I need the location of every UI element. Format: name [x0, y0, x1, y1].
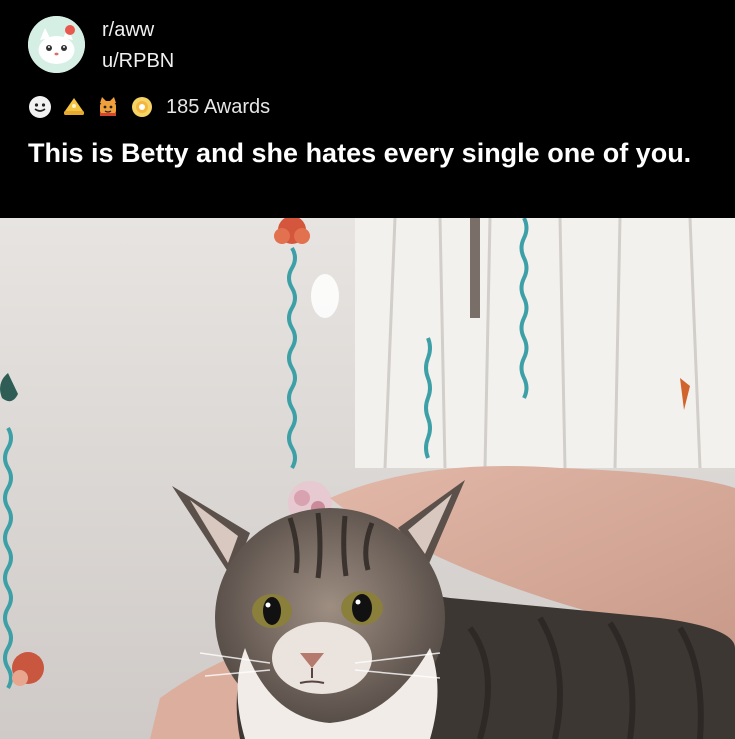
- subreddit-avatar-icon[interactable]: [28, 16, 85, 73]
- cat-award-icon: [96, 95, 120, 119]
- post-image[interactable]: [0, 218, 735, 739]
- wholesome-award-icon: [28, 95, 52, 119]
- curtain: [355, 218, 735, 468]
- awards-row[interactable]: 185 Awards: [28, 93, 270, 121]
- subreddit-name[interactable]: r/aww: [102, 18, 154, 42]
- post-author[interactable]: u/RPBN: [102, 49, 174, 73]
- gold-hat-award-icon: [62, 95, 86, 119]
- sun-award-icon: [130, 95, 154, 119]
- post-header: r/aww u/RPBN 185 Awards This is Betty an…: [0, 0, 735, 218]
- awards-count: 185 Awards: [166, 95, 271, 118]
- post-title[interactable]: This is Betty and she hates every single…: [28, 136, 708, 170]
